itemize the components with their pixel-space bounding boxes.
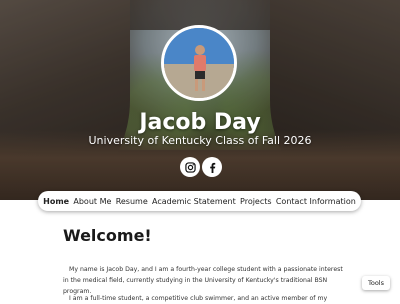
profile-subtitle: University of Kentucky Class of Fall 202… (88, 134, 312, 147)
welcome-heading: Welcome! (63, 226, 152, 245)
facebook-icon (209, 162, 215, 173)
facebook-link[interactable] (202, 157, 222, 177)
tools-button[interactable]: Tools (362, 276, 390, 290)
avatar-photo (164, 28, 234, 98)
nav-resume[interactable]: Resume (116, 197, 148, 206)
instagram-icon (184, 161, 196, 173)
profile-avatar (161, 25, 237, 101)
hero-banner: Jacob Day University of Kentucky Class o… (0, 0, 400, 200)
nav-home[interactable]: Home (43, 197, 69, 206)
nav-academic-statement[interactable]: Academic Statement (152, 197, 236, 206)
profile-name: Jacob Day (139, 110, 261, 135)
nav-contact-information[interactable]: Contact Information (276, 197, 356, 206)
instagram-link[interactable] (180, 157, 200, 177)
second-paragraph: I am a full-time student, a competitive … (69, 295, 328, 302)
nav-projects[interactable]: Projects (240, 197, 272, 206)
nav-about-me[interactable]: About Me (73, 197, 111, 206)
main-nav: Home About Me Resume Academic Statement … (38, 191, 361, 211)
